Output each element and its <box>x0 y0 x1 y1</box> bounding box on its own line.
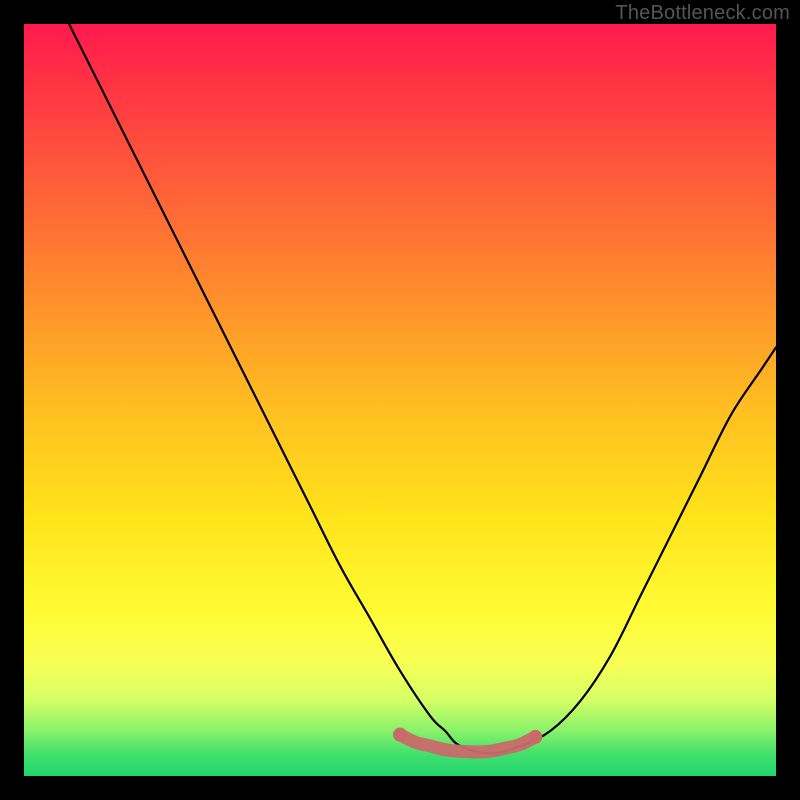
highlight-start-dot <box>393 728 407 742</box>
curve-layer <box>24 24 776 776</box>
highlight-end-dot <box>528 730 542 744</box>
chart-frame: TheBottleneck.com <box>0 0 800 800</box>
main-curve <box>69 24 776 753</box>
credit-label: TheBottleneck.com <box>615 2 790 25</box>
highlight-band <box>400 735 535 752</box>
plot-area <box>24 24 776 776</box>
